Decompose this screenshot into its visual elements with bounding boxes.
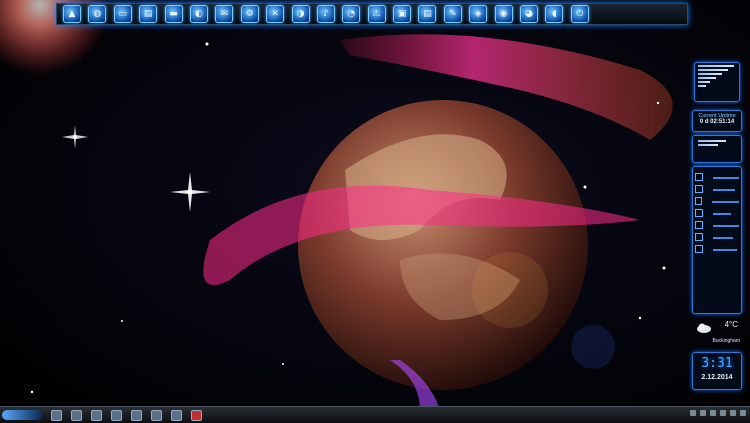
drive-row	[695, 233, 739, 241]
globe-icon[interactable]: ◍	[88, 5, 107, 23]
pen-icon[interactable]: ✎	[443, 5, 462, 23]
power-icon[interactable]: ⏻	[570, 5, 589, 23]
weather-gadget[interactable]: 4°C Buckingham	[694, 318, 742, 348]
clock-gadget[interactable]: 3:31 2.12.2014	[692, 352, 742, 390]
drive-row	[695, 245, 739, 253]
clock-icon[interactable]	[740, 410, 746, 416]
drive-row	[695, 185, 739, 193]
meter-bar	[698, 69, 728, 71]
drive-icon	[695, 221, 703, 229]
network-bar	[698, 140, 726, 142]
drive-usage-bar	[713, 212, 731, 215]
drive-usage-bar	[713, 224, 739, 227]
document-icon[interactable]	[71, 409, 82, 421]
drives-gadget[interactable]	[692, 166, 742, 314]
media-icon[interactable]: ◑	[291, 5, 310, 23]
uptime-gadget[interactable]: Current Uptime 0 d 02:51:14	[692, 110, 742, 132]
monitor-icon[interactable]	[151, 409, 162, 421]
trash-icon[interactable]: ▤	[139, 5, 158, 23]
drive-icon	[695, 209, 703, 217]
document-icon[interactable]: ▤	[418, 5, 437, 23]
drive-row	[695, 221, 739, 229]
drive-row	[695, 209, 739, 217]
network-bar	[698, 144, 718, 146]
media-icon[interactable]	[91, 409, 102, 421]
network-gadget[interactable]	[692, 135, 742, 163]
explorer-icon[interactable]	[51, 409, 62, 421]
taskbar	[0, 406, 750, 423]
volume-icon[interactable]	[710, 410, 716, 416]
browser-icon[interactable]: ◐	[189, 5, 208, 23]
meter-bar	[698, 81, 710, 83]
network-icon[interactable]: ◉	[494, 5, 513, 23]
meter-bar	[698, 77, 716, 79]
meter-bar	[698, 85, 706, 87]
network-icon[interactable]	[171, 409, 182, 421]
shield-icon[interactable]	[191, 409, 202, 421]
clock-date: 2.12.2014	[701, 374, 733, 381]
printer-icon[interactable]: ▣	[393, 5, 412, 23]
flag-icon[interactable]	[720, 410, 726, 416]
headphones-icon[interactable]: ◕	[520, 5, 539, 23]
meter-bar	[698, 73, 722, 75]
start-button[interactable]	[2, 410, 42, 420]
drive-icon	[695, 173, 703, 181]
cpu-meter-gadget[interactable]	[694, 62, 740, 102]
drive-usage-bar	[712, 200, 739, 203]
tools-icon[interactable]: ✕	[266, 5, 285, 23]
home-icon[interactable]: ▲	[63, 5, 81, 23]
system-tray	[686, 410, 746, 416]
shield-icon[interactable]: ◈	[469, 5, 488, 23]
warning-icon[interactable]: ⚠	[367, 5, 386, 23]
desktop-wallpaper	[0, 0, 750, 422]
monitor-icon[interactable]: ▭	[113, 5, 132, 23]
folder-icon[interactable]: ▬	[164, 5, 183, 23]
clock-time: 3:31	[701, 356, 733, 371]
battery-icon[interactable]	[730, 410, 736, 416]
drive-row	[695, 197, 739, 205]
search-icon[interactable]: ◔	[342, 5, 361, 23]
settings-icon[interactable]: ⚙	[240, 5, 259, 23]
settings-icon[interactable]	[131, 409, 142, 421]
mail-icon[interactable]: ✉	[215, 5, 234, 23]
drive-row	[695, 173, 739, 181]
uptime-value: 0 d 02:51:14	[699, 119, 735, 125]
drive-icon	[695, 185, 703, 193]
mouse-icon[interactable]: ◖	[545, 5, 564, 23]
top-dock: ▲ ◍ ▭ ▤ ▬ ◐ ✉ ⚙ ✕ ◑ ♪ ◔ ⚠ ▣ ▤ ✎ ◈ ◉ ◕ ◖ …	[56, 3, 688, 25]
drive-usage-bar	[713, 188, 735, 191]
weather-city: Buckingham	[712, 338, 740, 344]
network-icon[interactable]	[700, 410, 706, 416]
meter-bar	[698, 65, 734, 67]
folder-icon[interactable]	[111, 409, 122, 421]
drive-icon	[695, 245, 703, 253]
drive-usage-bar	[713, 248, 737, 251]
drive-usage-bar	[713, 236, 733, 239]
cloud-icon	[697, 323, 711, 333]
music-icon[interactable]: ♪	[316, 5, 335, 23]
drive-icon	[695, 233, 703, 241]
weather-temperature: 4°C	[724, 320, 738, 329]
pen-icon[interactable]	[690, 410, 696, 416]
drive-usage-bar	[712, 176, 739, 179]
drive-icon	[695, 197, 703, 205]
